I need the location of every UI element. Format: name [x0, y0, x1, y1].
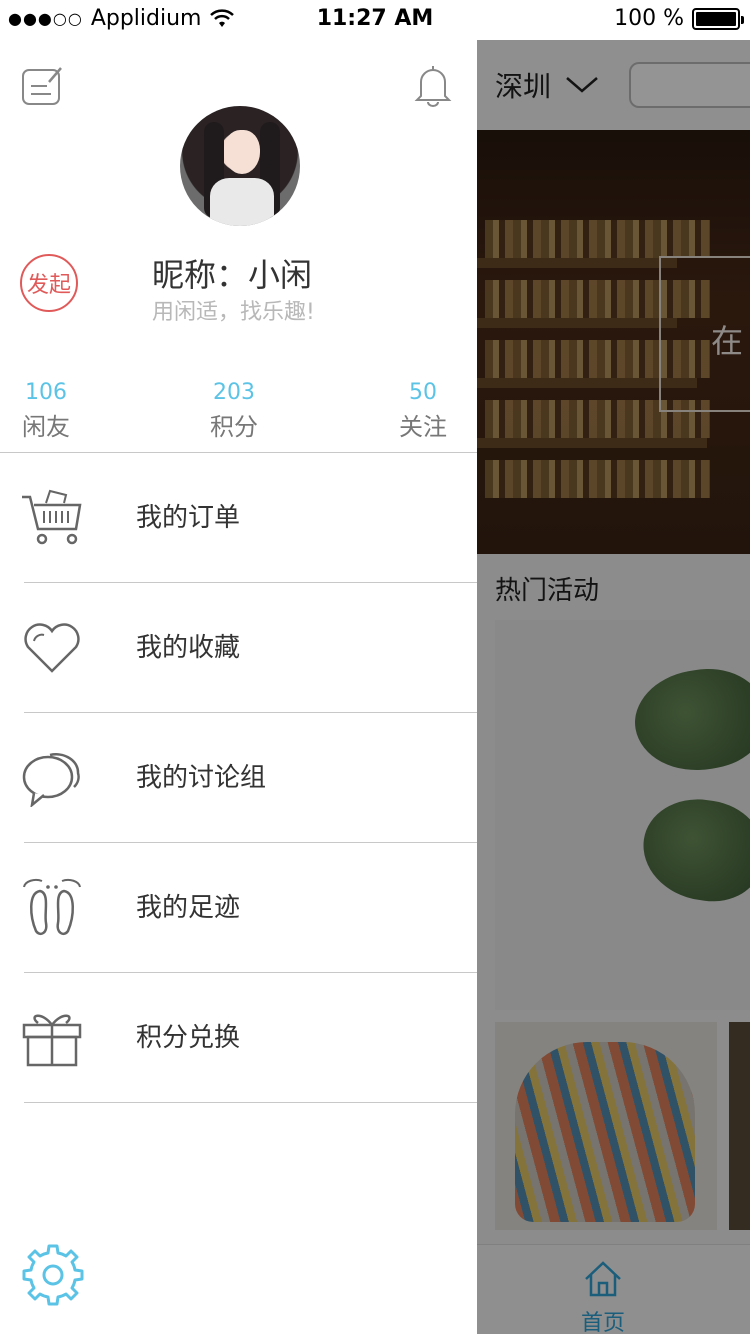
menu-label: 积分兑换	[136, 1023, 241, 1053]
drawer-menu: 我的订单 我的收藏 我的讨论组 我的足迹 积分兑换	[0, 453, 477, 1103]
main-page-background: 深圳 在 热门活动 首页	[477, 40, 750, 1334]
stat-label: 关注	[399, 413, 447, 441]
stat-following[interactable]: 50 关注	[394, 380, 452, 442]
menu-item-discussion-groups[interactable]: 我的讨论组	[0, 713, 477, 843]
menu-label: 我的讨论组	[136, 763, 267, 793]
stat-value: 203	[213, 380, 255, 405]
menu-label: 我的订单	[136, 503, 241, 533]
edit-icon[interactable]	[20, 62, 66, 108]
menu-item-orders[interactable]: 我的订单	[0, 453, 477, 583]
stat-value: 106	[25, 380, 67, 405]
stat-value: 50	[409, 380, 437, 405]
status-bar: ●●●○○ Applidium 11:27 AM 100 %	[0, 0, 750, 40]
tagline: 用闲适，找乐趣!	[152, 300, 315, 325]
stat-label: 闲友	[22, 413, 70, 441]
menu-item-points-exchange[interactable]: 积分兑换	[0, 973, 477, 1103]
menu-label: 我的足迹	[136, 893, 241, 923]
heart-icon	[24, 623, 80, 673]
menu-item-favorites[interactable]: 我的收藏	[0, 583, 477, 713]
status-right: 100 %	[614, 6, 744, 31]
stat-label: 积分	[210, 413, 258, 441]
stat-friends[interactable]: 106 闲友	[18, 380, 74, 442]
dim-overlay[interactable]	[477, 40, 750, 1334]
menu-label: 我的收藏	[136, 633, 241, 663]
battery-icon	[692, 7, 744, 30]
gift-icon	[22, 1014, 82, 1067]
divider	[24, 1102, 477, 1103]
nickname: 昵称：小闲	[152, 256, 313, 294]
battery-percent: 100 %	[614, 6, 684, 31]
initiate-button[interactable]: 发起	[20, 254, 78, 312]
avatar[interactable]	[180, 106, 300, 226]
menu-item-footprints[interactable]: 我的足迹	[0, 843, 477, 973]
gear-icon[interactable]	[20, 1242, 86, 1308]
stat-points[interactable]: 203 积分	[204, 380, 264, 442]
side-drawer: 发起 昵称：小闲 用闲适，找乐趣! 106 闲友 203 积分 50 关注 我的…	[0, 40, 477, 1334]
stats-row: 106 闲友 203 积分 50 关注	[0, 380, 477, 450]
bell-icon[interactable]	[410, 62, 456, 108]
footprints-icon	[23, 878, 81, 935]
chat-bubbles-icon	[22, 753, 80, 807]
cart-icon	[22, 489, 82, 545]
